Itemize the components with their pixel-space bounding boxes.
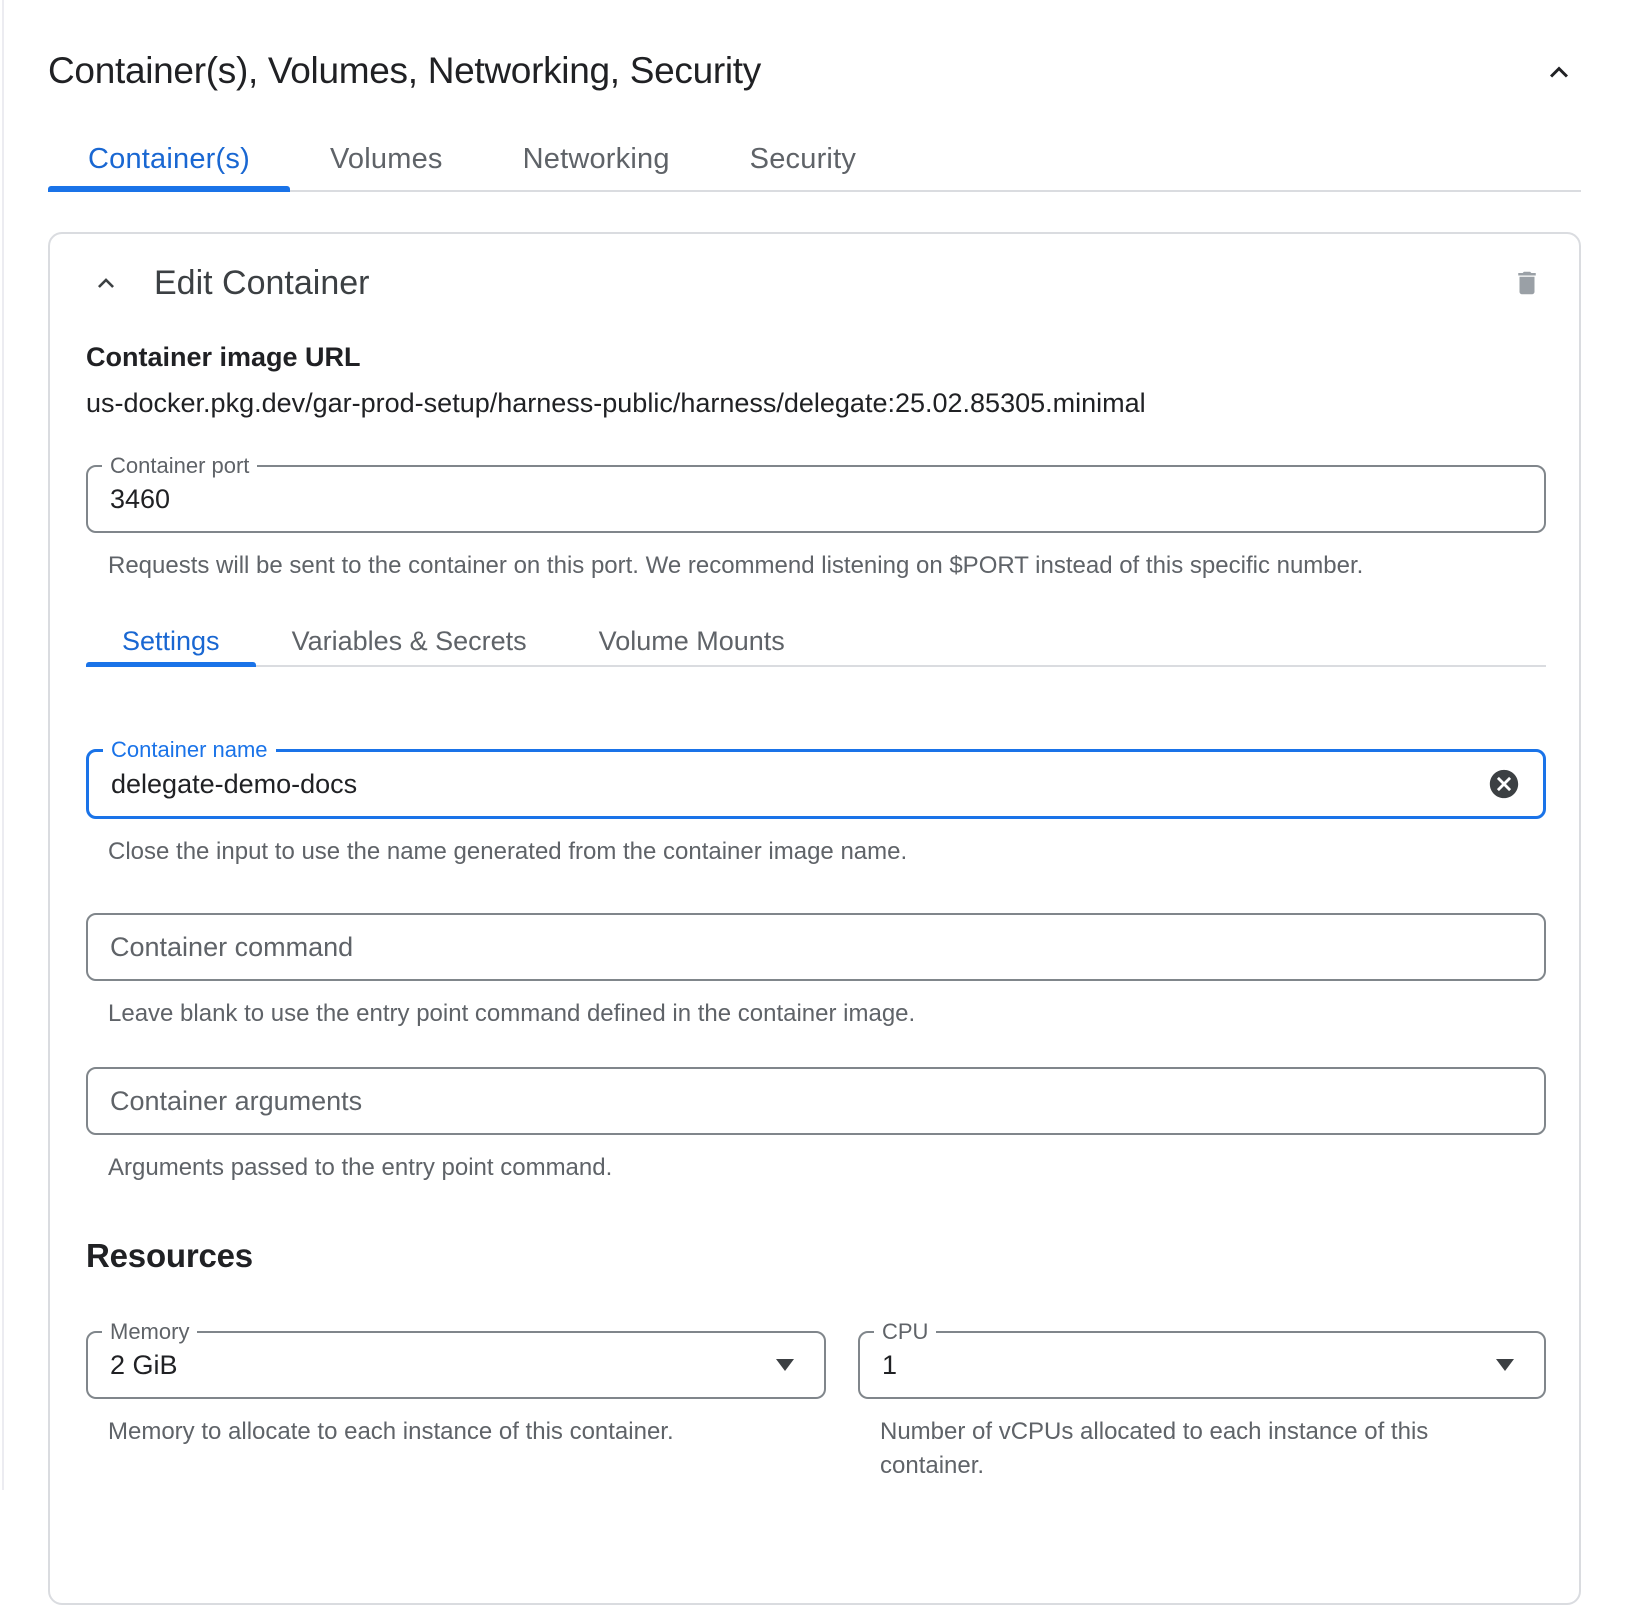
memory-column: Memory 2 GiB Memory to allocate to each … xyxy=(86,1331,826,1483)
chevron-up-icon xyxy=(1541,78,1577,93)
main-tab-bar: Container(s) Volumes Networking Security xyxy=(48,128,1581,192)
cpu-label: CPU xyxy=(874,1319,936,1345)
chevron-up-icon xyxy=(90,287,122,302)
container-image-url-value: us-docker.pkg.dev/gar-prod-setup/harness… xyxy=(86,387,1546,419)
container-command-input[interactable] xyxy=(110,932,1522,963)
container-port-input[interactable] xyxy=(110,484,1522,515)
section-header: Container(s), Volumes, Networking, Secur… xyxy=(48,0,1581,94)
cpu-column: CPU 1 Number of vCPUs allocated to each … xyxy=(858,1331,1546,1483)
container-port-helper: Requests will be sent to the container o… xyxy=(108,549,1546,583)
delete-container-button[interactable] xyxy=(1508,262,1546,304)
tab-networking[interactable]: Networking xyxy=(483,128,710,190)
memory-label: Memory xyxy=(102,1319,197,1345)
caret-down-icon xyxy=(1496,1359,1514,1371)
cpu-helper: Number of vCPUs allocated to each instan… xyxy=(880,1415,1460,1483)
tab-variables-secrets[interactable]: Variables & Secrets xyxy=(256,617,563,665)
page-title: Container(s), Volumes, Networking, Secur… xyxy=(48,50,761,92)
container-arguments-field xyxy=(86,1067,1546,1135)
tab-volumes[interactable]: Volumes xyxy=(290,128,483,190)
tab-settings[interactable]: Settings xyxy=(86,617,256,665)
clear-name-button[interactable] xyxy=(1487,767,1521,801)
tab-containers[interactable]: Container(s) xyxy=(48,128,290,190)
tab-security[interactable]: Security xyxy=(710,128,896,190)
container-port-label: Container port xyxy=(102,453,257,479)
container-name-field: Container name xyxy=(86,749,1546,819)
resources-row: Memory 2 GiB Memory to allocate to each … xyxy=(86,1331,1546,1483)
collapse-container-button[interactable] xyxy=(86,263,126,303)
panel-edge-divider xyxy=(2,0,4,1490)
cpu-select[interactable]: CPU 1 xyxy=(858,1331,1546,1399)
container-command-helper: Leave blank to use the entry point comma… xyxy=(108,997,1546,1031)
container-detail-tab-bar: Settings Variables & Secrets Volume Moun… xyxy=(86,617,1546,667)
trash-icon xyxy=(1512,288,1542,303)
container-command-field xyxy=(86,913,1546,981)
resources-heading: Resources xyxy=(86,1237,1546,1275)
collapse-section-button[interactable] xyxy=(1537,50,1581,94)
container-port-field: Container port xyxy=(86,465,1546,533)
container-name-helper: Close the input to use the name generate… xyxy=(108,835,1546,869)
tab-volume-mounts[interactable]: Volume Mounts xyxy=(563,617,821,665)
cpu-value: 1 xyxy=(882,1350,897,1381)
container-arguments-input[interactable] xyxy=(110,1086,1522,1117)
container-name-input[interactable] xyxy=(111,769,1475,800)
container-image-url-label: Container image URL xyxy=(86,342,1546,373)
edit-container-header: Edit Container xyxy=(86,262,1546,304)
container-settings-panel: Container(s), Volumes, Networking, Secur… xyxy=(0,0,1636,1605)
memory-select[interactable]: Memory 2 GiB xyxy=(86,1331,826,1399)
memory-helper: Memory to allocate to each instance of t… xyxy=(108,1415,808,1449)
memory-value: 2 GiB xyxy=(110,1350,178,1381)
caret-down-icon xyxy=(776,1359,794,1371)
edit-container-title: Edit Container xyxy=(154,264,369,303)
edit-container-card: Edit Container Container image URL us-do… xyxy=(48,232,1581,1605)
cancel-icon xyxy=(1487,789,1521,804)
container-name-label: Container name xyxy=(103,737,276,763)
container-arguments-helper: Arguments passed to the entry point comm… xyxy=(108,1151,1546,1185)
